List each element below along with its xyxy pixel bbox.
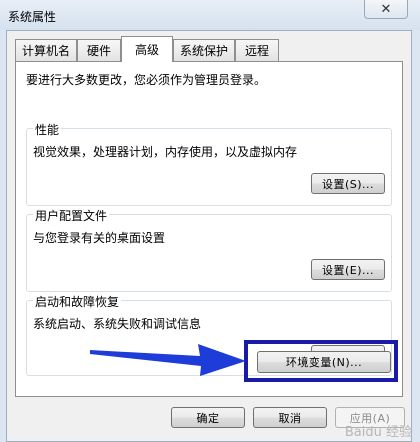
cancel-button[interactable]: 取消: [253, 407, 327, 428]
tab-label: 高级: [134, 43, 159, 57]
ok-button[interactable]: 确定: [171, 407, 245, 428]
admin-notice: 要进行大多数更改，您必须作为管理员登录。: [26, 73, 267, 87]
close-icon: ✕: [380, 1, 392, 17]
performance-settings-button[interactable]: 设置(S)...: [311, 173, 385, 194]
tab-label: 远程: [244, 44, 269, 58]
tab-system-protection[interactable]: 系统保护: [173, 39, 235, 61]
startup-recovery-title: 启动和故障恢复: [33, 293, 122, 310]
tab-remote[interactable]: 远程: [235, 39, 279, 61]
performance-title: 性能: [33, 121, 62, 138]
env-variables-highlight: [244, 340, 398, 382]
title-bar: 系统属性 ✕: [0, 0, 420, 30]
tab-label: 计算机名: [21, 44, 70, 58]
performance-description: 视觉效果，处理器计划，内存使用，以及虚拟内存: [33, 145, 298, 159]
performance-group: 性能 视觉效果，处理器计划，内存使用，以及虚拟内存 设置(S)...: [26, 121, 392, 206]
tab-computer-name[interactable]: 计算机名: [15, 39, 77, 61]
tab-label: 系统保护: [179, 44, 228, 58]
close-button[interactable]: ✕: [364, 0, 408, 19]
tab-label: 硬件: [86, 44, 111, 58]
user-profiles-description: 与您登录有关的桌面设置: [33, 231, 166, 245]
tab-advanced[interactable]: 高级: [121, 36, 173, 62]
user-profiles-group: 用户配置文件 与您登录有关的桌面设置 设置(E)...: [26, 207, 392, 292]
user-profiles-settings-button[interactable]: 设置(E)...: [311, 259, 385, 280]
tab-hardware[interactable]: 硬件: [77, 39, 121, 61]
user-profiles-title: 用户配置文件: [33, 207, 110, 224]
arrow-right-icon: [90, 344, 246, 376]
window-title: 系统属性: [8, 10, 57, 24]
startup-recovery-description: 系统启动、系统失败和调试信息: [33, 317, 202, 331]
watermark: Baidu 经验: [344, 425, 412, 440]
